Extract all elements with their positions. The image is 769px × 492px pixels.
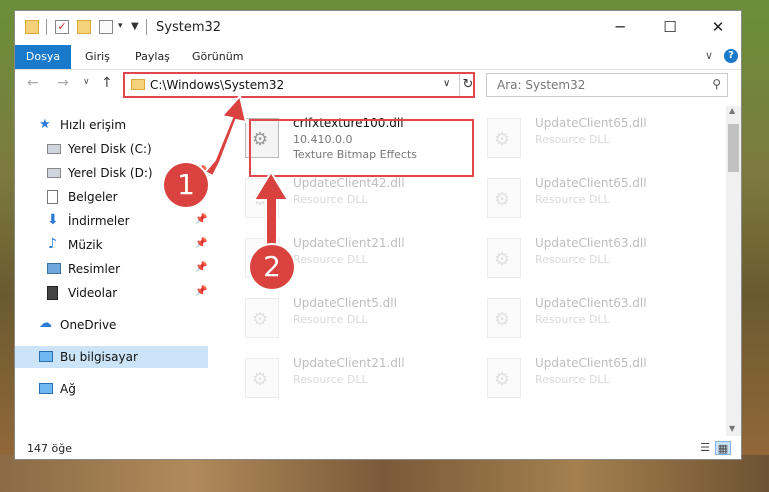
arrow-2 xyxy=(252,170,290,249)
callout-1: 1 xyxy=(164,163,208,207)
callout-2: 2 xyxy=(250,245,294,289)
arrow-1 xyxy=(203,93,248,178)
annotation-arrows xyxy=(203,93,290,249)
